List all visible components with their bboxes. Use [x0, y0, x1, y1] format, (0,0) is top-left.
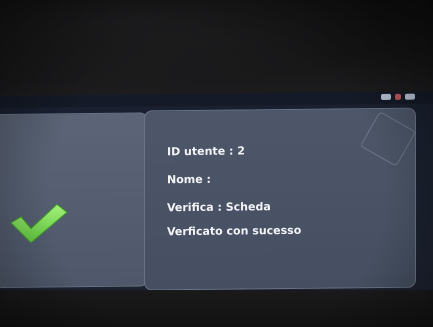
device-screen: ID utente : 2 Nome : Verifica : Scheda V…	[0, 91, 433, 296]
status-icons	[381, 93, 415, 101]
user-name-line: Nome :	[167, 172, 211, 187]
device-photo: ID utente : 2 Nome : Verifica : Scheda V…	[0, 0, 433, 327]
screen-glare	[359, 111, 417, 167]
user-info-panel: ID utente : 2 Nome : Verifica : Scheda V…	[144, 107, 417, 291]
alert-icon	[395, 93, 401, 100]
battery-icon	[405, 93, 415, 100]
verification-status-line: Verficato con sucesso	[167, 223, 302, 239]
user-id-line: ID utente : 2	[167, 144, 245, 159]
device-bezel-bottom	[0, 290, 433, 327]
checkmark-icon	[10, 203, 68, 244]
verification-method-line: Verifica : Scheda	[167, 200, 271, 215]
network-icon	[381, 93, 391, 101]
result-icon-panel	[0, 112, 148, 289]
bezel-reflection	[0, 0, 433, 98]
